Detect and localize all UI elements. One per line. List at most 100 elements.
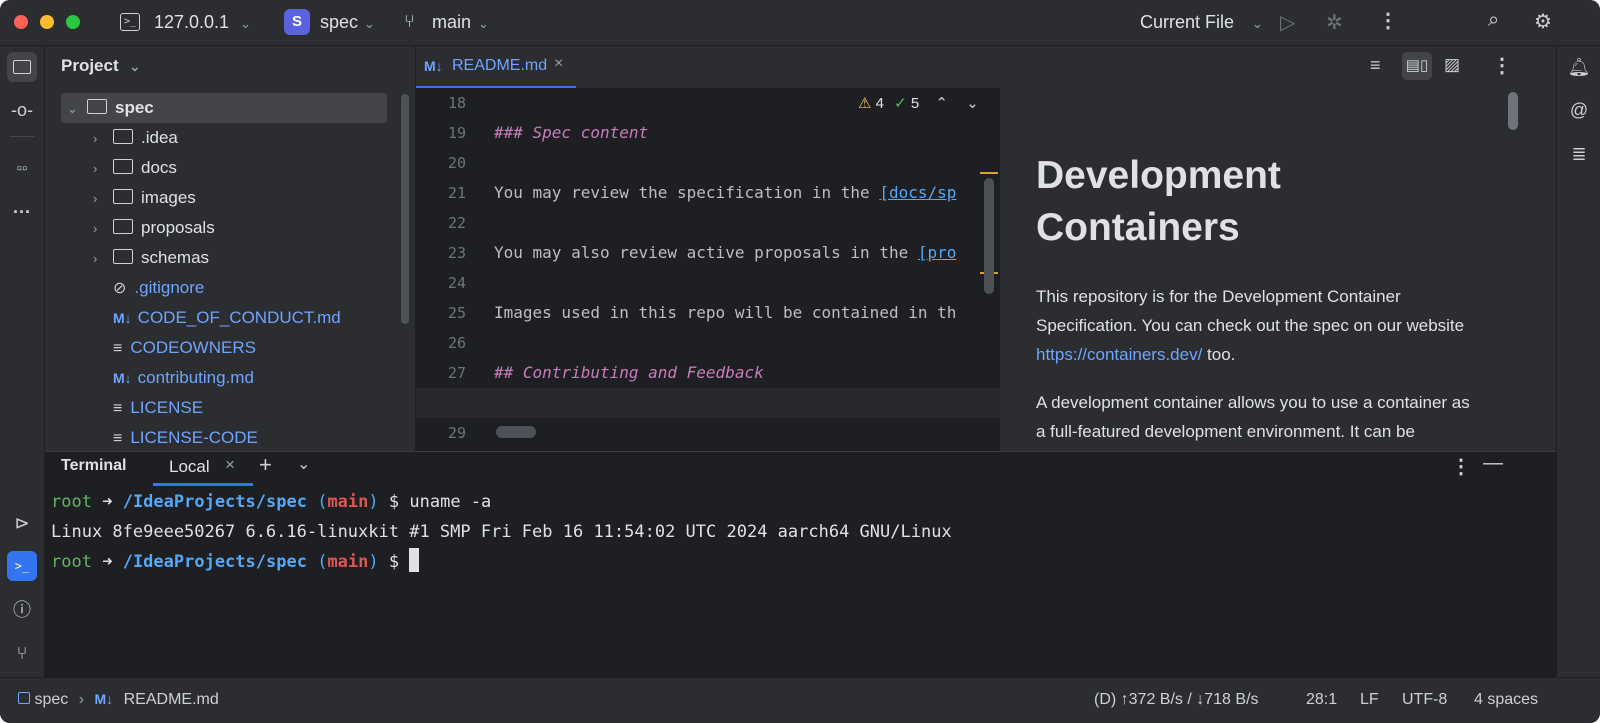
code-link[interactable]: [docs/sp [879,183,956,202]
preview-paragraph-2: A development container allows you to us… [1036,393,1470,441]
prompt-path: /IdeaProjects/spec [122,492,307,512]
tree-item[interactable]: ≡ CODEOWNERS [93,333,413,363]
minimize-panel-icon[interactable]: — [1483,452,1503,475]
file-encoding[interactable]: UTF-8 [1402,691,1447,709]
minimize-window-button[interactable] [40,15,54,29]
editor-only-icon[interactable]: ≡ [1370,55,1381,76]
text-file-icon: ≡ [113,340,123,357]
text-file-icon: ≡ [113,430,123,447]
tree-item[interactable]: › .idea [93,123,413,153]
settings-gear-icon[interactable]: ⚙ [1534,9,1552,34]
code-text: You may also review active proposals in … [494,243,918,262]
remote-host-label: 127.0.0.1 [154,12,230,32]
terminal-tab-local[interactable]: Local × [153,452,253,486]
text-file-icon: ≡ [113,400,123,417]
branch-label: main [432,12,472,32]
tree-item-label: CODE_OF_CONDUCT.md [137,308,341,327]
notifications-bell-icon[interactable]: 🔔︎ [1564,52,1594,82]
preview-website-link[interactable]: https://containers.dev/ [1036,345,1202,364]
tree-item[interactable]: M↓ contributing.md [93,363,413,393]
tree-item-label: LICENSE [130,398,204,417]
close-tab-icon[interactable]: × [554,55,563,73]
project-tool-icon[interactable] [7,52,37,82]
services-icon[interactable]: ⊳ [7,508,37,538]
search-icon[interactable]: ⌕ [1488,9,1499,32]
right-tool-strip: 🔔︎ @ ≣ [1556,46,1600,696]
zoom-window-button[interactable] [66,15,80,29]
terminal-title: Terminal [61,457,127,474]
tree-item[interactable]: › proposals [93,213,413,243]
tree-item[interactable]: › docs [93,153,413,183]
indent-setting[interactable]: 4 spaces [1474,691,1538,709]
preview-scrollbar[interactable] [1508,92,1518,130]
terminal-more-icon[interactable]: ⋮ [1451,454,1471,479]
line-number: 22 [447,214,466,232]
debug-icon[interactable]: ✲ [1326,10,1343,35]
structure-icon[interactable]: ▫▫ [7,154,37,184]
tree-item[interactable]: ⊘ .gitignore [93,273,413,303]
tab-readme[interactable]: M↓ README.md × [416,46,576,88]
warning-icon: ⚠ [858,95,872,112]
editor-more-icon[interactable]: ⋮ [1492,53,1512,78]
caret-position[interactable]: 28:1 [1306,691,1337,709]
chevron-down-icon[interactable]: ⌄ [297,454,310,474]
tree-item-label: docs [141,158,177,177]
tree-item[interactable]: › schemas [93,243,413,273]
inspection-widget[interactable]: ⚠ 4 ✓ 5 ⌃ ⌄ [858,94,979,112]
chevron-right-icon: › [93,191,98,206]
prompt-branch: main [327,552,369,572]
line-number: 21 [447,184,466,202]
tree-item[interactable]: M↓ CODE_OF_CONDUCT.md [93,303,413,333]
line-number: 23 [447,244,466,262]
more-options-icon[interactable]: ⋮ [1378,8,1398,33]
database-icon[interactable]: ≣ [1564,139,1594,169]
next-highlight-icon[interactable]: ⌄ [966,95,979,112]
code-link[interactable]: [pro [918,243,957,262]
preview-only-icon[interactable]: ▨ [1444,55,1460,75]
tree-item[interactable]: › images [93,183,413,213]
tree-root-spec[interactable]: ⌄ spec [61,93,387,123]
close-tab-icon[interactable]: × [225,455,235,475]
run-icon[interactable]: ▷ [1280,10,1295,35]
git-icon[interactable]: ⑂ [7,638,37,668]
terminal-output[interactable]: root ➜ /IdeaProjects/spec (main) $ uname… [51,487,952,577]
breadcrumb-file[interactable]: README.md [124,691,219,708]
breadcrumb-project[interactable]: spec [34,691,68,708]
terminal-tool-icon[interactable]: >_ [7,551,37,581]
prompt-branch: main [327,492,369,512]
git-branch-icon: ⑂ [404,11,415,31]
chevron-right-icon: › [93,251,98,266]
tree-item[interactable]: ≡ LICENSE-CODE [93,423,413,453]
ai-assistant-icon[interactable]: @ [1564,95,1594,125]
breadcrumb: spec › M↓ README.md [18,691,219,709]
network-status[interactable]: (D) ↑372 B/s / ↓718 B/s [1094,691,1259,709]
tree-item[interactable]: ≡ LICENSE [93,393,413,423]
markdown-icon: M↓ [424,58,443,74]
prompt-user: root [51,552,92,572]
tree-item-label: contributing.md [137,368,254,387]
editor-horizontal-scrollbar[interactable] [496,426,536,438]
left-tool-strip: -o- ▫▫ ··· ⊳ >_ ⓘ ⑂ [0,46,45,696]
line-separator[interactable]: LF [1360,691,1379,709]
module-icon [18,692,30,704]
project-panel-title[interactable]: Project ⌄ [61,56,140,76]
close-window-button[interactable] [14,15,28,29]
more-tools-icon[interactable]: ··· [7,197,37,227]
line-number: 25 [447,304,466,322]
commit-icon[interactable]: -o- [7,95,37,125]
tree-item-label: images [141,188,196,207]
editor-vertical-scrollbar[interactable] [984,178,994,294]
prompt-arrow: ➜ [102,492,113,512]
code-text: ### Spec content [494,123,649,142]
prev-highlight-icon[interactable]: ⌃ [935,95,948,112]
scroll-marker [980,172,998,174]
problems-icon[interactable]: ⓘ [7,595,37,625]
markdown-icon: M↓ [113,370,132,386]
new-terminal-plus-icon[interactable]: + [259,452,272,478]
code-editor[interactable]: ### Spec content You may review the speci… [494,88,1000,418]
folder-icon [113,249,133,264]
project-scrollbar[interactable] [401,94,409,324]
split-view-icon[interactable]: ▤▯ [1402,52,1432,80]
terminal-icon: >_ [120,13,140,31]
